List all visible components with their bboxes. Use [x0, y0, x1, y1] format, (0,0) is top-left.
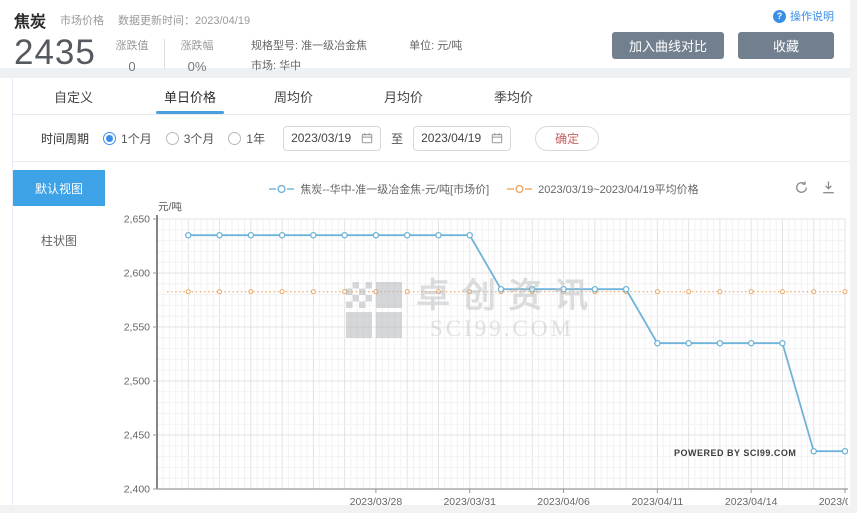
- end-date-value: 2023/04/19: [421, 131, 481, 145]
- favorite-button[interactable]: 收藏: [738, 32, 834, 59]
- radio-1-year-label: 1年: [246, 130, 265, 147]
- chart-legend: 焦炭--华中-准一级冶金焦-元/吨[市场价] 2023/03/19~2023/0…: [118, 176, 850, 202]
- powered-by-label: POWERED BY SCI99.COM: [674, 448, 796, 458]
- start-date-input[interactable]: 2023/03/19: [283, 126, 381, 151]
- header: 焦炭 市场价格 数据更新时间：2023/04/19 2435 涨跌值 0 涨跌幅…: [0, 0, 850, 68]
- svg-text:2,550: 2,550: [124, 322, 150, 334]
- change-value-label: 涨跌值: [116, 37, 149, 53]
- svg-text:2023/04/14: 2023/04/14: [725, 496, 778, 508]
- line-series-marker-icon: [269, 184, 295, 194]
- tab-weekly-avg-label: 周均价: [274, 87, 313, 106]
- svg-text:2023/04/06: 2023/04/06: [537, 496, 590, 508]
- refresh-icon[interactable]: [794, 180, 809, 195]
- radio-1-year[interactable]: 1年: [228, 130, 265, 147]
- radio-1-year-icon: [228, 132, 241, 145]
- tab-custom[interactable]: 自定义: [54, 78, 164, 114]
- change-value-block: 涨跌值 0: [106, 37, 158, 74]
- legend-average-price[interactable]: 2023/03/19~2023/04/19平均价格: [507, 181, 699, 197]
- legend-average-price-label: 2023/03/19~2023/04/19平均价格: [538, 181, 699, 197]
- svg-text:2,400: 2,400: [124, 484, 150, 496]
- update-time-value: 2023/04/19: [195, 15, 250, 27]
- unit-text: 单位: 元/吨: [409, 36, 462, 56]
- start-date-value: 2023/03/19: [291, 131, 351, 145]
- spec-text: 规格型号: 准一级冶金焦: [251, 36, 367, 56]
- tab-monthly-avg[interactable]: 月均价: [384, 78, 494, 114]
- download-icon[interactable]: [821, 180, 836, 195]
- category-label: 市场价格: [60, 12, 104, 28]
- svg-text:2023/03/28: 2023/03/28: [350, 496, 403, 508]
- change-pct: 0%: [188, 59, 207, 74]
- radio-3-months[interactable]: 3个月: [166, 130, 215, 147]
- average-line-marker-icon: [507, 184, 533, 194]
- sidebar-item-default-view[interactable]: 默认视图: [13, 170, 105, 206]
- view-sidebar: 默认视图 柱状图: [13, 168, 118, 513]
- tab-quarterly-avg[interactable]: 季均价: [494, 78, 604, 114]
- radio-1-month-label: 1个月: [121, 130, 152, 147]
- radio-3-months-icon: [166, 132, 179, 145]
- tab-daily-price[interactable]: 单日价格: [164, 78, 274, 114]
- update-time-label: 数据更新时间：: [118, 15, 195, 27]
- tab-daily-price-label: 单日价格: [164, 87, 216, 106]
- sidebar-item-bar-chart[interactable]: 柱状图: [13, 222, 105, 258]
- period-label: 时间周期: [41, 130, 89, 147]
- help-link[interactable]: ? 操作说明: [773, 8, 834, 24]
- price-chart: 2,400 2,450 2,500 2,550 2,600 2,650 2023/03/28…: [118, 202, 848, 513]
- svg-text:2,600: 2,600: [124, 268, 150, 280]
- tab-custom-label: 自定义: [54, 87, 93, 106]
- chart-area: 焦炭--华中-准一级冶金焦-元/吨[市场价] 2023/03/19~2023/0…: [118, 168, 850, 513]
- radio-3-months-label: 3个月: [184, 130, 215, 147]
- main-content: 默认视图 柱状图 焦炭--华中-准一级冶金焦-元/吨[市场价] 2023/03/…: [13, 161, 850, 513]
- tab-quarterly-avg-label: 季均价: [494, 87, 533, 106]
- confirm-button[interactable]: 确定: [535, 126, 599, 151]
- svg-text:2,450: 2,450: [124, 430, 150, 442]
- radio-1-month[interactable]: 1个月: [103, 130, 152, 147]
- legend-series-price[interactable]: 焦炭--华中-准一级冶金焦-元/吨[市场价]: [269, 181, 489, 197]
- end-date-input[interactable]: 2023/04/19: [413, 126, 511, 151]
- update-time: 数据更新时间：2023/04/19: [118, 12, 250, 28]
- add-to-curve-compare-button[interactable]: 加入曲线对比: [612, 32, 724, 59]
- svg-text:2,500: 2,500: [124, 376, 150, 388]
- change-pct-block: 涨跌幅 0%: [171, 37, 223, 74]
- question-icon: ?: [773, 10, 786, 23]
- content-body: 自定义 单日价格 周均价 月均价 季均价 时间周期 1个月 3个月 1年 202…: [12, 78, 850, 513]
- divider: [164, 39, 165, 69]
- help-link-label: 操作说明: [790, 8, 834, 24]
- market-text: 市场: 华中: [251, 56, 367, 76]
- change-pct-label: 涨跌幅: [181, 37, 214, 53]
- svg-text:2023/03/31: 2023/03/31: [443, 496, 496, 508]
- page-title: 焦炭: [14, 8, 46, 32]
- tab-monthly-avg-label: 月均价: [384, 87, 423, 106]
- calendar-icon: [491, 132, 503, 144]
- svg-text:2023/04/11: 2023/04/11: [631, 496, 683, 508]
- tab-weekly-avg[interactable]: 周均价: [274, 78, 384, 114]
- radio-1-month-icon: [103, 132, 116, 145]
- calendar-icon: [361, 132, 373, 144]
- svg-text:2,650: 2,650: [124, 214, 150, 226]
- svg-text:元/吨: 元/吨: [158, 202, 182, 213]
- svg-text:2023/04/19: 2023/04/19: [819, 496, 848, 508]
- price-chart-svg[interactable]: 2,400 2,450 2,500 2,550 2,600 2,650 2023/03/28…: [118, 202, 848, 513]
- current-price: 2435: [14, 34, 106, 72]
- spec-block: 规格型号: 准一级冶金焦 市场: 华中: [251, 36, 367, 76]
- coke-market-price-page: 焦炭 市场价格 数据更新时间：2023/04/19 2435 涨跌值 0 涨跌幅…: [0, 0, 857, 513]
- date-range-to-label: 至: [391, 130, 403, 147]
- change-value: 0: [128, 59, 135, 74]
- time-filter-row: 时间周期 1个月 3个月 1年 2023/03/19 至 2023/04/19: [13, 115, 850, 161]
- legend-series-price-label: 焦炭--华中-准一级冶金焦-元/吨[市场价]: [300, 181, 489, 197]
- price-type-tabs: 自定义 单日价格 周均价 月均价 季均价: [13, 78, 850, 115]
